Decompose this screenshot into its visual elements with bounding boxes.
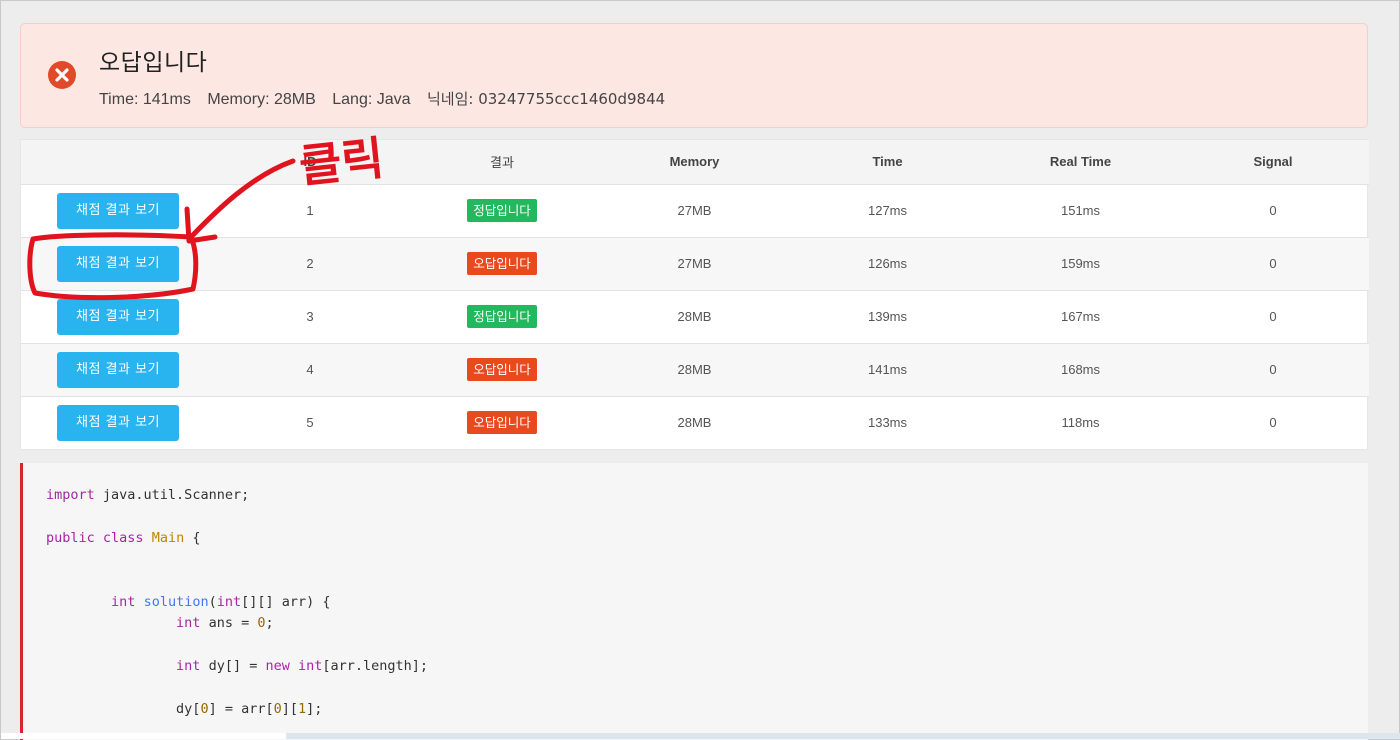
close-circle-icon <box>48 61 76 89</box>
table-row: 채점 결과 보기 3 정답입니다 28MB 139ms 167ms 0 <box>21 290 1369 344</box>
cell-signal: 0 <box>1177 343 1369 397</box>
status-badge: 오답입니다 <box>467 358 537 381</box>
status-badge: 정답입니다 <box>467 305 537 328</box>
cell-memory: 28MB <box>598 290 791 344</box>
status-badge: 정답입니다 <box>467 199 537 222</box>
cell-id: 3 <box>214 290 406 344</box>
cell-id: 4 <box>214 343 406 397</box>
cell-signal: 0 <box>1177 184 1369 238</box>
table-row: 채점 결과 보기 5 오답입니다 28MB 133ms 118ms 0 <box>21 396 1369 449</box>
status-badge: 오답입니다 <box>467 411 537 435</box>
header-actions <box>21 140 214 185</box>
code-line: int dy[] = new int[arr.length]; <box>176 658 429 674</box>
cell-id: 1 <box>214 184 406 238</box>
cell-id: 2 <box>214 237 406 291</box>
alert-nickname: 닉네임: 03247755ccc1460d9844 <box>426 90 666 108</box>
code-line: public class Main { <box>46 530 201 546</box>
alert-title: 오답입니다 <box>99 50 208 76</box>
table-row: 채점 결과 보기 2 오답입니다 27MB 126ms 159ms 0 <box>21 237 1369 291</box>
table-row: 채점 결과 보기 4 오답입니다 28MB 141ms 168ms 0 <box>21 343 1369 397</box>
header-signal: Signal <box>1177 140 1369 185</box>
header-time: Time <box>791 140 984 185</box>
view-grading-result-button[interactable]: 채점 결과 보기 <box>57 351 179 388</box>
header-id: ID <box>214 140 406 185</box>
cell-time: 139ms <box>791 290 984 344</box>
view-grading-result-button[interactable]: 채점 결과 보기 <box>57 192 179 229</box>
cell-signal: 0 <box>1177 237 1369 291</box>
submission-table: ID 결과 Memory Time Real Time Signal 채점 결과… <box>20 139 1369 450</box>
cell-real-time: 167ms <box>984 290 1177 344</box>
view-grading-result-button[interactable]: 채점 결과 보기 <box>57 404 179 441</box>
cell-time: 133ms <box>867 415 908 431</box>
cell-time: 127ms <box>791 184 984 238</box>
cell-memory: 27MB <box>598 184 791 238</box>
table-row: 채점 결과 보기 1 정답입니다 27MB 127ms 151ms 0 <box>21 184 1369 238</box>
table-header-row: ID 결과 Memory Time Real Time Signal <box>21 140 1369 185</box>
alert-lang: Lang: Java <box>332 91 411 108</box>
alert-time: Time: 141ms <box>99 91 191 108</box>
result-alert: 오답입니다 Time: 141ms Memory: 28MB Lang: Jav… <box>20 23 1368 128</box>
view-grading-result-button[interactable]: 채점 결과 보기 <box>57 245 179 282</box>
header-memory: Memory <box>598 140 791 185</box>
header-real-time: Real Time <box>984 140 1177 185</box>
code-line: int solution(int[][] arr) { <box>111 594 331 610</box>
cell-memory: 27MB <box>598 237 791 291</box>
header-result: 결과 <box>406 140 598 185</box>
cell-id: 5 <box>306 415 314 431</box>
code-line: int ans = 0; <box>176 615 274 631</box>
alert-memory: Memory: 28MB <box>207 91 316 108</box>
cell-real-time: 168ms <box>984 343 1177 397</box>
cell-signal: 0 <box>1269 415 1277 431</box>
cell-memory: 28MB <box>677 415 712 431</box>
cell-real-time: 159ms <box>984 237 1177 291</box>
cell-memory: 28MB <box>598 343 791 397</box>
cell-signal: 0 <box>1177 290 1369 344</box>
cell-real-time: 151ms <box>984 184 1177 238</box>
code-line: dy[0] = arr[0][1]; <box>176 701 323 717</box>
source-code-block: import java.util.Scanner; public class M… <box>20 463 1368 740</box>
code-line: import java.util.Scanner; <box>46 487 250 503</box>
cell-time: 126ms <box>791 237 984 291</box>
cell-real-time: 118ms <box>1061 415 1100 431</box>
status-badge: 오답입니다 <box>467 252 537 275</box>
bottom-strip <box>1 733 1400 739</box>
cell-time: 141ms <box>791 343 984 397</box>
view-grading-result-button[interactable]: 채점 결과 보기 <box>57 298 179 335</box>
alert-meta: Time: 141ms Memory: 28MB Lang: Java 닉네임:… <box>99 88 677 109</box>
